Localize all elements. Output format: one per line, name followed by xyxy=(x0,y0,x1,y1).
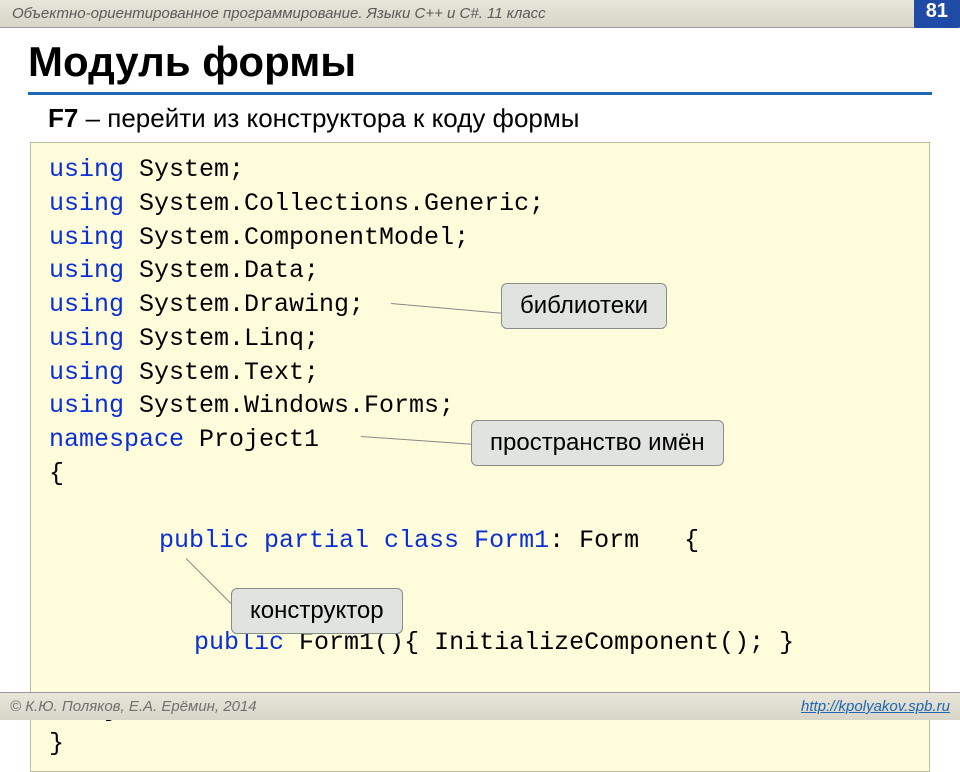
code-text: Project1 xyxy=(199,425,319,454)
code-line: using System.Data; xyxy=(49,254,911,288)
class-rest: : Form { xyxy=(549,526,699,555)
code-text: System.Drawing; xyxy=(139,290,364,319)
ctor-line: public Form1(){ InitializeComponent(); } xyxy=(49,592,911,693)
shortcut-key: F7 xyxy=(48,103,78,133)
callout-libs: библиотеки xyxy=(501,283,667,329)
keyword: using xyxy=(49,189,139,218)
code-text: System.Text; xyxy=(139,358,319,387)
title-underline xyxy=(28,92,932,95)
code-line: using System.Collections.Generic; xyxy=(49,187,911,221)
close-brace-2: } xyxy=(49,727,911,761)
code-line: using System.Text; xyxy=(49,356,911,390)
keyword: namespace xyxy=(49,425,199,454)
footer-url[interactable]: http://kpolyakov.spb.ru xyxy=(801,698,950,715)
keyword: using xyxy=(49,155,139,184)
code-text: System.Collections.Generic; xyxy=(139,189,544,218)
code-text: System; xyxy=(139,155,244,184)
code-text: System.Linq; xyxy=(139,324,319,353)
code-text: { xyxy=(49,459,64,488)
keyword: using xyxy=(49,358,139,387)
footer-bar: © К.Ю. Поляков, Е.А. Ерёмин, 2014 http:/… xyxy=(0,692,960,720)
callout-ns: пространство имён xyxy=(471,420,724,466)
code-line: using System.Linq; xyxy=(49,322,911,356)
code-text: System.Data; xyxy=(139,256,319,285)
code-text: System.ComponentModel; xyxy=(139,223,469,252)
slide-title: Модуль формы xyxy=(0,28,960,88)
code-box: using System;using System.Collections.Ge… xyxy=(30,142,930,772)
header-bar: Объектно-ориентированное программировани… xyxy=(0,0,960,28)
subtitle-text: – перейти из конструктора к коду формы xyxy=(78,103,579,133)
code-text: System.Windows.Forms; xyxy=(139,391,454,420)
copyright: © К.Ю. Поляков, Е.А. Ерёмин, 2014 xyxy=(10,698,257,715)
code-line: using System.ComponentModel; xyxy=(49,221,911,255)
keyword: using xyxy=(49,391,139,420)
keyword: using xyxy=(49,256,139,285)
class-name: Form1 xyxy=(474,526,549,555)
keyword: using xyxy=(49,290,139,319)
callout-ctor: конструктор xyxy=(231,588,403,634)
keyword: using xyxy=(49,223,139,252)
subtitle: F7 – перейти из конструктора к коду форм… xyxy=(0,103,960,140)
code-line: using System.Drawing; xyxy=(49,288,911,322)
code-line: using System; xyxy=(49,153,911,187)
class-decl-line: public partial class Form1: Form { xyxy=(49,491,911,592)
keyword: using xyxy=(49,324,139,353)
page-number: 81 xyxy=(914,0,960,28)
kw-class: public partial class xyxy=(159,526,474,555)
slide: Объектно-ориентированное программировани… xyxy=(0,0,960,720)
code-line: using System.Windows.Forms; xyxy=(49,389,911,423)
chapter-label: Объектно-ориентированное программировани… xyxy=(12,5,546,22)
